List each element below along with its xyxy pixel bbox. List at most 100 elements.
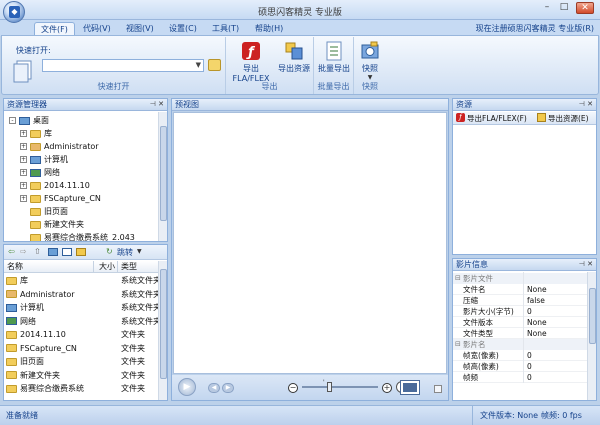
up-folder-icon[interactable]: ⇧ <box>34 247 41 256</box>
forward-icon[interactable]: ⇨ <box>20 247 27 256</box>
export-resources-button[interactable]: 导出资源 <box>276 41 312 74</box>
list-item-name-cell: 网络 <box>6 315 94 328</box>
property-grid[interactable]: ⊟ 影片文件 文件名 None 压缩 false 影片大小(字节) 0 文件版本 None 文件类型… <box>453 272 587 400</box>
column-size[interactable]: 大小 <box>94 261 118 273</box>
property-row[interactable]: 文件名 None <box>453 284 587 295</box>
tree-item[interactable]: 新建文件夹 <box>4 218 84 231</box>
maximize-button[interactable]: □ <box>557 2 571 14</box>
expand-toggle-icon[interactable]: + <box>20 169 27 176</box>
property-row[interactable]: 帧高(像素) 0 <box>453 361 587 372</box>
list-item[interactable]: 网络 系统文件夹 <box>4 315 158 329</box>
expand-toggle-icon[interactable]: + <box>20 143 27 150</box>
list-item[interactable]: 库 系统文件夹 <box>4 274 158 288</box>
property-row[interactable]: 影片大小(字节) 0 <box>453 306 587 317</box>
preview-canvas[interactable] <box>173 112 447 374</box>
tab-file[interactable]: 文件(F) <box>34 22 75 36</box>
property-row[interactable]: 帧宽(像素) 0 <box>453 350 587 361</box>
tree-item[interactable]: + 库 <box>4 127 52 140</box>
tree-item[interactable]: + Administrator <box>4 140 99 153</box>
app-menu-button[interactable]: ◆ <box>3 1 25 23</box>
desktop-icon <box>19 116 30 125</box>
tab-settings[interactable]: 设置(C) <box>163 22 203 36</box>
next-frame-button[interactable]: ▶ <box>222 383 234 393</box>
scroll-thumb[interactable] <box>160 126 167 221</box>
view-list-icon[interactable] <box>62 248 72 256</box>
column-type[interactable]: 类型 <box>118 261 158 273</box>
pin-icon[interactable]: ⊣ ✕ <box>150 99 164 110</box>
property-row[interactable]: 压缩 false <box>453 295 587 306</box>
expand-toggle-icon[interactable]: + <box>20 130 27 137</box>
list-item[interactable]: 2014.11.10 文件夹 <box>4 328 158 342</box>
zoom-out-button[interactable]: − <box>288 383 298 393</box>
jump-dropdown-icon[interactable]: ▼ <box>137 248 142 255</box>
property-row[interactable]: 帧频 0 <box>453 372 587 383</box>
list-item[interactable]: FSCapture_CN 文件夹 <box>4 342 158 356</box>
zoom-in-button[interactable]: + <box>382 383 392 393</box>
back-icon[interactable]: ⇦ <box>8 247 15 256</box>
expand-toggle-icon[interactable]: + <box>20 195 27 202</box>
zoom-slider-track[interactable] <box>302 386 378 388</box>
property-category-label: 影片文件 <box>463 274 493 283</box>
tab-help[interactable]: 帮助(H) <box>249 22 289 36</box>
zoom-slider-thumb[interactable] <box>327 382 332 392</box>
view-large-icon[interactable] <box>48 248 58 256</box>
export-fla-button[interactable]: ƒ 导出FLA/FLEX <box>228 41 274 83</box>
chevron-down-icon[interactable]: ▼ <box>196 61 201 69</box>
list-scrollbar[interactable] <box>158 261 167 400</box>
folder-icon <box>30 220 41 229</box>
scroll-thumb[interactable] <box>160 269 167 379</box>
tree-item[interactable]: - 桌面 <box>4 114 49 127</box>
tree-item[interactable]: 旧页面 <box>4 205 68 218</box>
pin-icon[interactable]: ⊣ ✕ <box>579 99 593 110</box>
resources-export-res-button[interactable]: 导出资源(E) <box>548 113 589 124</box>
open-folder-button[interactable] <box>208 59 221 71</box>
library-icon <box>6 276 17 285</box>
list-item[interactable]: 新建文件夹 文件夹 <box>4 369 158 383</box>
view-details-icon[interactable] <box>76 248 86 256</box>
tree-item[interactable]: 易赛综合缴费系统_2.043 <box>4 231 135 241</box>
play-button[interactable]: ▶ <box>178 378 196 396</box>
quick-open-input[interactable]: ▼ <box>42 59 204 72</box>
resources-tree[interactable] <box>453 126 596 254</box>
property-category[interactable]: ⊟ 影片名 <box>453 339 587 350</box>
list-item[interactable]: 易赛综合缴费系统 文件夹 <box>4 382 158 396</box>
property-column-divider[interactable] <box>523 272 524 383</box>
property-row[interactable]: 文件类型 None <box>453 328 587 339</box>
column-name[interactable]: 名称 <box>4 261 94 273</box>
jump-button[interactable]: 跳转 <box>117 247 133 258</box>
refresh-icon[interactable]: ↻ <box>106 247 113 256</box>
user-folder-icon <box>6 290 17 298</box>
close-button[interactable]: ✕ <box>576 2 594 14</box>
expand-toggle-icon[interactable]: + <box>20 182 27 189</box>
snapshot-button[interactable]: 快照 ▼ <box>356 41 384 81</box>
collapse-icon[interactable]: ⊟ <box>455 273 461 284</box>
tree-item[interactable]: + FSCapture_CN <box>4 192 101 205</box>
tree-item[interactable]: +2014.11.10 <box>4 179 90 192</box>
scroll-thumb[interactable] <box>589 288 596 344</box>
property-row[interactable]: 文件版本 None <box>453 317 587 328</box>
list-item[interactable]: 旧页面 文件夹 <box>4 355 158 369</box>
collapse-icon[interactable]: ⊟ <box>455 339 461 350</box>
prev-frame-button[interactable]: ◀ <box>208 383 220 393</box>
file-list[interactable]: 名称 大小 类型 库系统文件夹 Administrator 系统文件夹 计算机 系统文件… <box>4 261 158 400</box>
expand-toggle-icon[interactable]: + <box>20 156 27 163</box>
list-item[interactable]: Administrator 系统文件夹 <box>4 288 158 302</box>
tree-scrollbar[interactable] <box>158 112 167 241</box>
tree-item[interactable]: + 计算机 <box>4 153 68 166</box>
pin-icon[interactable]: ⊣ ✕ <box>579 259 593 270</box>
snapshot-dropdown-icon[interactable]: ▼ <box>356 74 384 81</box>
resources-export-fla-button[interactable]: 导出FLA/FLEX(F) <box>467 113 527 124</box>
expand-toggle-icon[interactable]: - <box>9 117 16 124</box>
property-category[interactable]: ⊟ 影片文件 <box>453 273 587 284</box>
info-scrollbar[interactable] <box>587 272 596 400</box>
tab-view[interactable]: 视图(V) <box>120 22 160 36</box>
tree-item[interactable]: + 网络 <box>4 166 60 179</box>
tab-code[interactable]: 代码(V) <box>77 22 117 36</box>
tab-tools[interactable]: 工具(T) <box>206 22 245 36</box>
minimize-button[interactable]: – <box>540 2 554 14</box>
list-item[interactable]: 计算机 系统文件夹 <box>4 301 158 315</box>
fit-to-window-button[interactable] <box>400 380 420 395</box>
register-link[interactable]: 现在注册硕思闪客精灵 专业版(R) <box>476 23 594 34</box>
batch-export-button[interactable]: 批量导出 <box>316 41 352 74</box>
folder-tree[interactable]: - 桌面 + 库 + Administrator + 计算机 + 网络 +2014.11.10 + FS… <box>4 112 158 241</box>
